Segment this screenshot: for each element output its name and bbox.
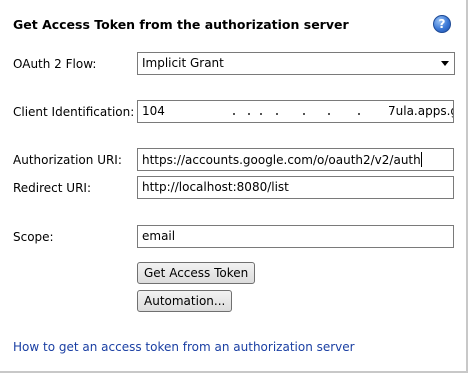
redirect-uri-label: Redirect URI: (13, 181, 92, 195)
scope-field[interactable]: email (137, 225, 454, 248)
authorization-uri-value: https://accounts.google.com/o/oauth2/v2/… (142, 153, 421, 167)
get-access-token-button[interactable]: Get Access Token (137, 262, 256, 284)
authorization-uri-field[interactable]: https://accounts.google.com/o/oauth2/v2/… (137, 148, 454, 171)
panel-title: Get Access Token from the authorization … (13, 17, 349, 32)
help-icon[interactable]: ? (433, 15, 451, 33)
oauth-flow-value: Implicit Grant (142, 56, 224, 70)
chevron-down-icon[interactable] (441, 61, 449, 66)
client-id-value-start: 104 (142, 104, 165, 118)
help-link[interactable]: How to get an access token from an autho… (13, 340, 355, 354)
client-id-label: Client Identification: (13, 105, 135, 119)
text-caret (420, 152, 422, 167)
automation-button[interactable]: Automation... (137, 290, 233, 312)
client-id-value-end: 7ula.apps.go (388, 104, 453, 118)
redirect-uri-value: http://localhost:8080/list (142, 180, 289, 194)
redirect-uri-field[interactable]: http://localhost:8080/list (137, 176, 454, 199)
authorization-uri-label: Authorization URI: (13, 153, 122, 167)
scope-value: email (142, 229, 176, 243)
scope-label: Scope: (13, 230, 54, 244)
oauth-flow-select[interactable]: Implicit Grant (137, 52, 455, 75)
oauth-flow-label: OAuth 2 Flow: (13, 57, 97, 71)
oauth-panel: Get Access Token from the authorization … (0, 0, 468, 373)
client-id-field[interactable]: 104 7ula.apps.go (137, 100, 454, 123)
